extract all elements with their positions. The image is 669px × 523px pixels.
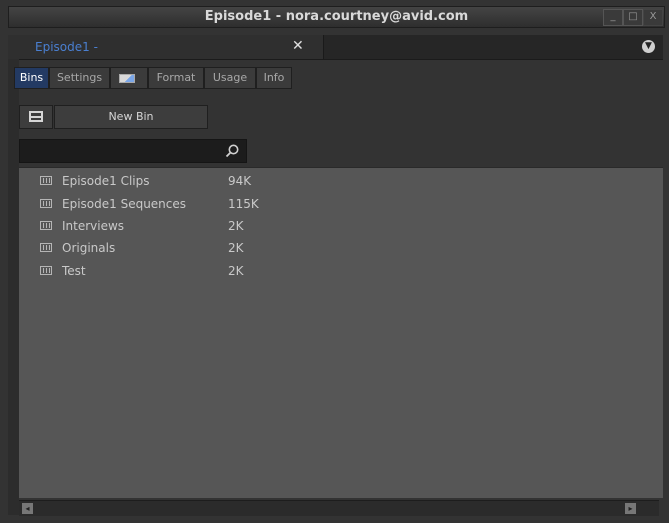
bin-name: Originals [62,241,116,255]
bin-name: Episode1 Sequences [62,197,187,211]
title-bar[interactable]: Episode1 - nora.courtney@avid.com _ □ X [8,6,665,28]
tab-settings[interactable]: Settings [49,67,110,89]
bin-size: 2K [228,264,244,278]
close-tab-icon[interactable]: ✕ [292,38,304,54]
new-bin-button[interactable]: New Bin [54,105,208,129]
tab-display[interactable] [110,67,148,89]
bin-view-button[interactable] [19,105,53,129]
bin-name: Test [62,264,86,278]
display-icon [119,74,135,83]
bin-icon [40,199,52,208]
bin-size: 115K [228,197,259,211]
tab-label: Episode1 - [35,40,98,54]
tab-usage[interactable]: Usage [204,67,256,89]
bin-icon [40,221,52,230]
bin-size: 94K [228,174,252,188]
document-tab-bar: Episode1 - ✕ ▼ [8,35,663,60]
bin-size: 2K [228,219,244,233]
list-item[interactable]: Originals 2K [19,239,663,257]
bin-name: Episode1 Clips [62,174,150,188]
bin-list: Episode1 Clips 94K Episode1 Sequences 11… [19,167,663,498]
window-title: Episode1 - nora.courtney@avid.com [204,9,469,24]
bin-name: Interviews [62,219,125,233]
scroll-right-icon[interactable]: ▸ [625,503,636,514]
search-field[interactable] [19,139,247,163]
bin-icon [40,243,52,252]
tab-episode1[interactable]: Episode1 - ✕ [8,35,324,59]
tab-format[interactable]: Format [148,67,204,89]
list-item[interactable]: Interviews 2K [19,217,663,235]
scroll-left-icon[interactable]: ◂ [22,503,33,514]
close-button[interactable]: X [643,9,663,26]
list-item[interactable]: Episode1 Sequences 115K [19,195,663,213]
bin-icon [40,176,52,185]
list-item[interactable]: Test 2K [19,262,663,280]
horizontal-scrollbar[interactable]: ◂ ▸ [19,500,659,516]
panel-left-edge [8,59,19,515]
tab-info[interactable]: Info [256,67,292,89]
minimize-button[interactable]: _ [603,9,623,26]
bins-window: Episode1 - nora.courtney@avid.com _ □ X … [0,0,669,523]
bin-size: 2K [228,241,244,255]
panel-menu-icon[interactable]: ▼ [642,40,655,53]
bin-icon [40,266,52,275]
tab-bins[interactable]: Bins [14,67,49,89]
bin-view-icon [29,111,43,122]
list-item[interactable]: Episode1 Clips 94K [19,172,663,190]
search-icon[interactable] [224,143,240,159]
maximize-button[interactable]: □ [623,9,643,26]
